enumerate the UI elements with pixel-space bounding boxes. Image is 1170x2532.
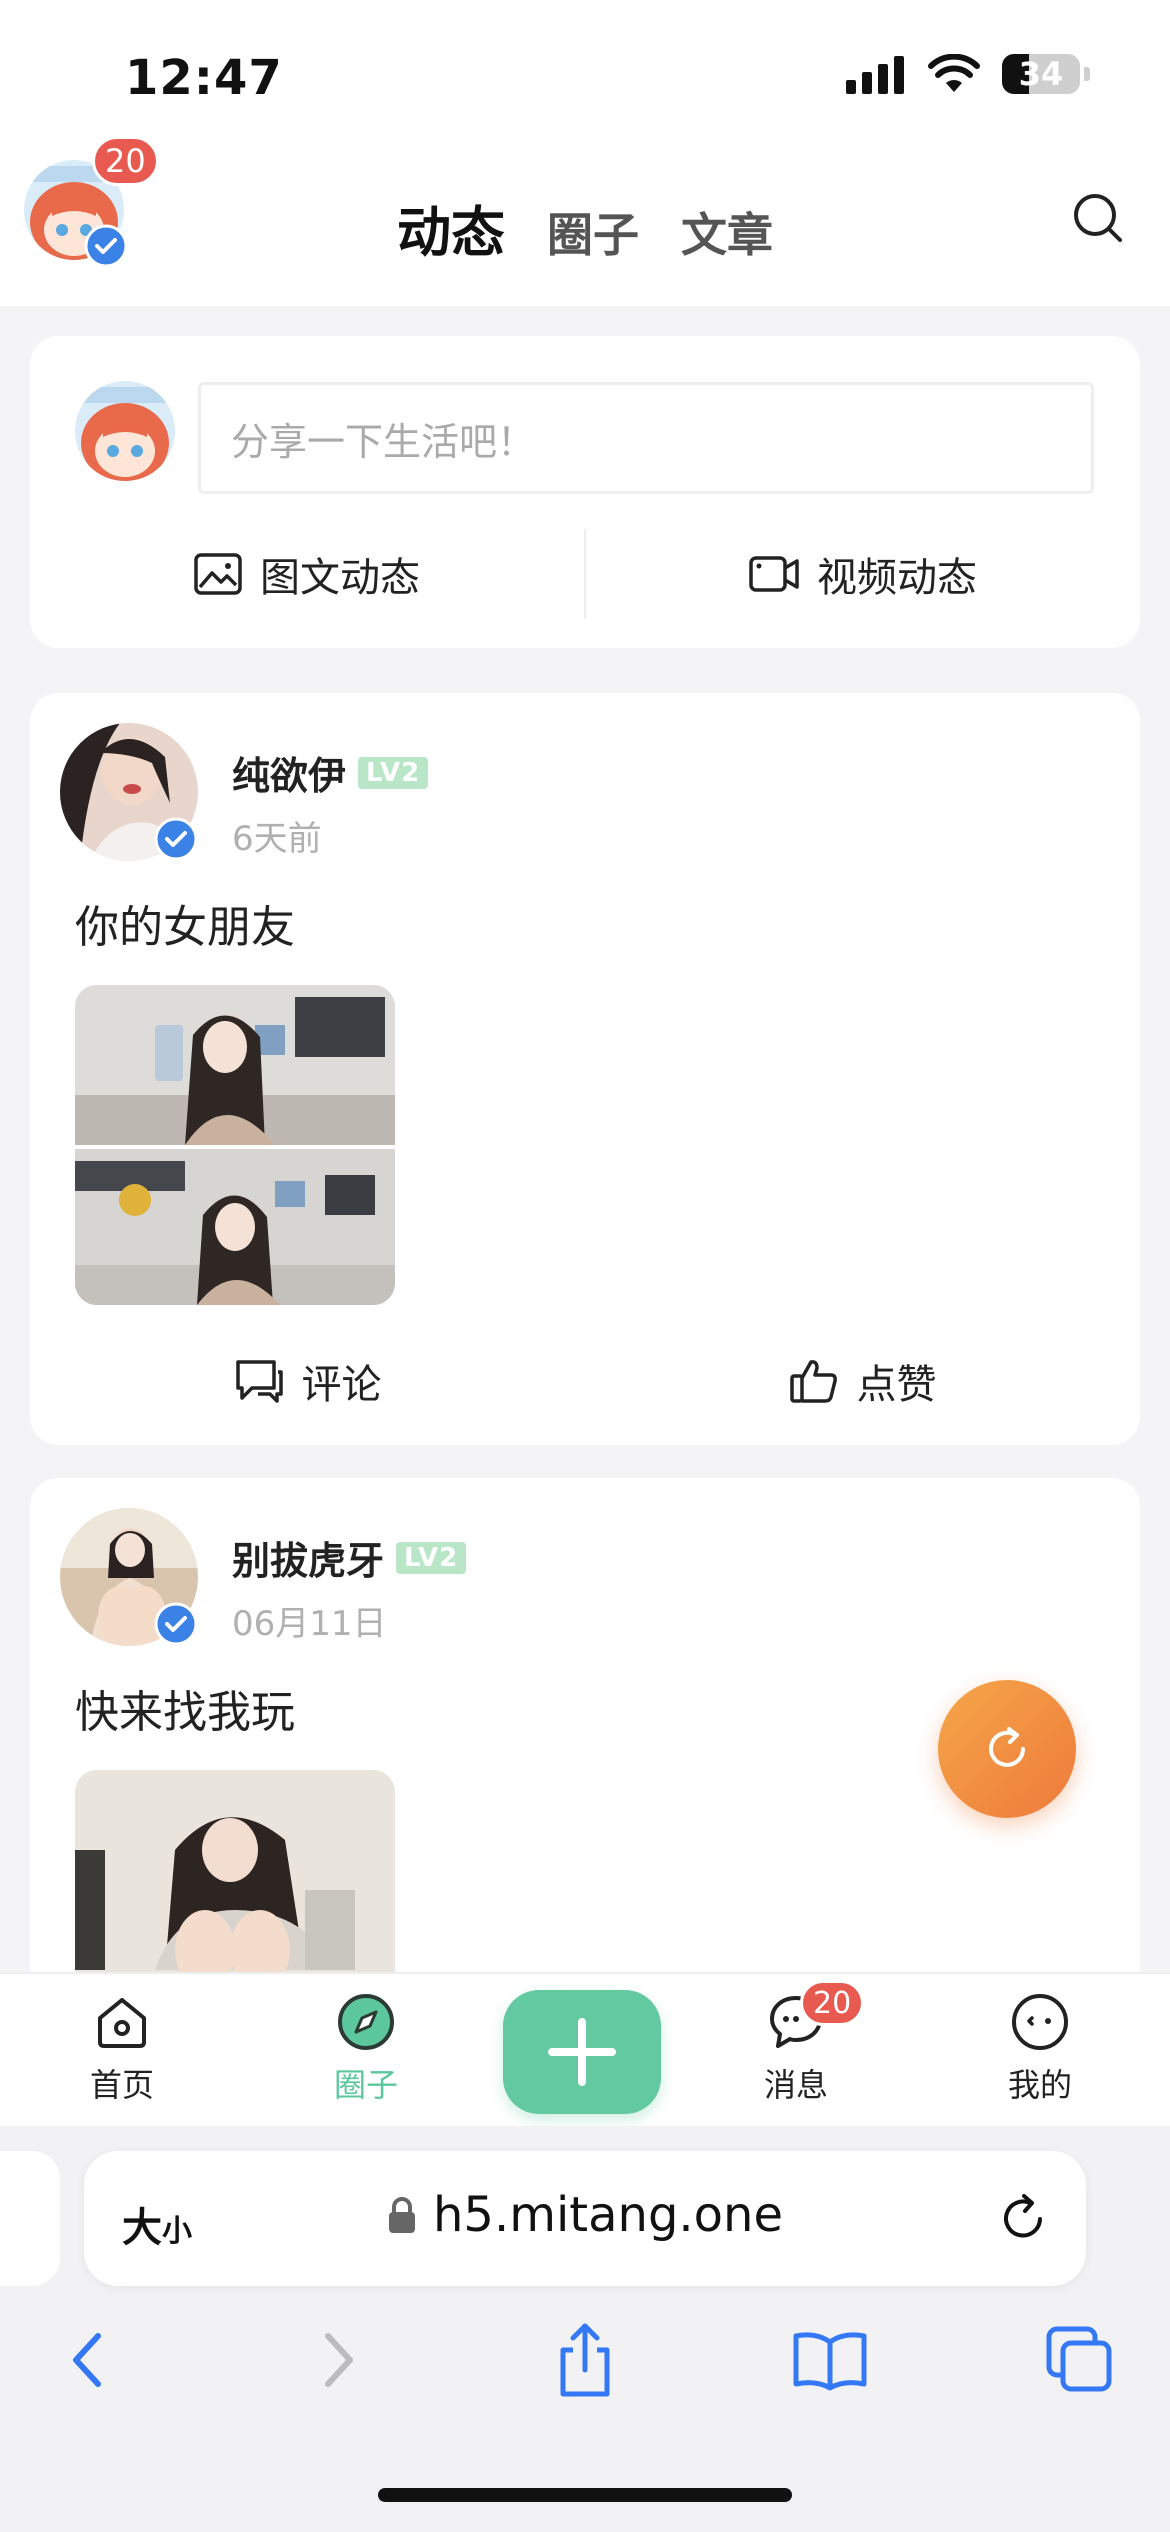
comment-label: 评论 [301, 1362, 382, 1408]
messages-badge: 20 [800, 1980, 865, 2026]
previous-tab-preview[interactable] [0, 2151, 60, 2286]
lock-icon [388, 2197, 415, 2233]
video-post-label: 视频动态 [817, 555, 977, 601]
post-image[interactable] [75, 985, 395, 1305]
browser-nav [0, 2320, 1170, 2410]
forward-button[interactable] [300, 2320, 380, 2400]
level-badge: LV2 [358, 756, 429, 789]
tabbar-item-home[interactable]: 首页 [42, 1992, 202, 2106]
status-time: 12:47 [125, 50, 283, 106]
username: 纯欲伊 [232, 754, 347, 798]
bookmarks-button[interactable] [790, 2320, 870, 2400]
composer-actions: 图文动态 视频动态 [30, 524, 1140, 624]
url-text: h5.mitang.one [432, 2187, 783, 2243]
composer-avatar [75, 381, 175, 481]
address-bar[interactable]: 大小 h5.mitang.one [84, 2151, 1086, 2286]
refresh-button[interactable] [938, 1680, 1076, 1818]
post-time: 06月11日 [232, 1604, 387, 1644]
thumbs-up-icon [789, 1360, 837, 1403]
home-icon [98, 1998, 146, 2048]
comment-button[interactable]: 评论 [30, 1341, 585, 1421]
verified-badge-icon [154, 817, 198, 861]
like-label: 点赞 [856, 1362, 937, 1408]
video-camera-icon [749, 556, 799, 592]
compass-icon [338, 1994, 394, 2050]
tabbar-item-circles[interactable]: 圈子 [286, 1992, 446, 2106]
tab-circles[interactable]: 圈子 [547, 199, 639, 265]
reload-icon[interactable] [996, 2191, 1050, 2245]
share-button[interactable] [545, 2320, 625, 2400]
tabbar-item-profile[interactable]: 我的 [960, 1992, 1120, 2106]
composer-card: 分享一下生活吧！ 图文动态 视频动态 [30, 336, 1140, 648]
status-icons: 34 [846, 54, 1090, 94]
video-post-button[interactable]: 视频动态 [586, 524, 1140, 624]
share-icon [560, 2323, 610, 2397]
book-icon [793, 2332, 867, 2391]
top-tabs: 动态 圈子 文章 [0, 188, 1170, 267]
post-text: 快来找我玩 [75, 1687, 295, 1738]
url-display[interactable]: h5.mitang.one [84, 2187, 1086, 2243]
browser-toolbar: 大小 h5.mitang.one [0, 2126, 1170, 2532]
status-bar: 12:47 34 [0, 0, 1170, 140]
tabs-button[interactable] [1040, 2320, 1120, 2400]
tabbar-label-circles: 圈子 [333, 2066, 398, 2104]
battery-icon: 34 [1002, 54, 1080, 94]
search-icon[interactable] [1070, 190, 1126, 246]
level-badge: LV2 [396, 1541, 467, 1574]
like-button[interactable]: 点赞 [585, 1341, 1140, 1421]
post-text: 你的女朋友 [75, 902, 295, 953]
post-card: 纯欲伊 LV2 6天前 你的女朋友 评论 点赞 [30, 693, 1140, 1445]
post-actions: 评论 点赞 [30, 1341, 1140, 1421]
photo-post-label: 图文动态 [260, 555, 420, 601]
post-author-name[interactable]: 别拔虎牙 LV2 [232, 1530, 467, 1585]
post-author-name[interactable]: 纯欲伊 LV2 [232, 745, 429, 800]
refresh-icon [989, 1727, 1025, 1767]
image-icon [194, 553, 242, 595]
composer-input[interactable]: 分享一下生活吧！ [198, 382, 1094, 494]
username: 别拔虎牙 [232, 1539, 385, 1583]
back-button[interactable] [46, 2320, 126, 2400]
tab-moments[interactable]: 动态 [397, 188, 505, 267]
plus-icon [548, 2018, 616, 2086]
cellular-signal-icon [846, 56, 904, 94]
bottom-tab-bar: 首页 圈子 消息 20 我的 [0, 1972, 1170, 2126]
post-time: 6天前 [232, 819, 322, 859]
tabbar-label-messages: 消息 [763, 2066, 828, 2104]
avatar-notification-badge: 20 [92, 136, 159, 186]
tabbar-label-profile: 我的 [1007, 2066, 1072, 2104]
profile-icon [1012, 1994, 1068, 2050]
chevron-right-icon [325, 2333, 353, 2387]
comment-icon [235, 1360, 283, 1403]
wifi-icon [928, 54, 980, 92]
top-nav: 20 动态 圈子 文章 [0, 136, 1170, 306]
create-post-button[interactable] [503, 1990, 661, 2114]
photo-post-button[interactable]: 图文动态 [30, 524, 584, 624]
tabbar-label-home: 首页 [89, 2066, 154, 2104]
tabs-icon [1046, 2326, 1112, 2392]
tab-articles[interactable]: 文章 [681, 199, 773, 265]
verified-badge-icon [154, 1602, 198, 1646]
battery-level: 34 [1018, 55, 1064, 93]
chevron-left-icon [73, 2333, 101, 2387]
home-indicator [378, 2488, 792, 2502]
